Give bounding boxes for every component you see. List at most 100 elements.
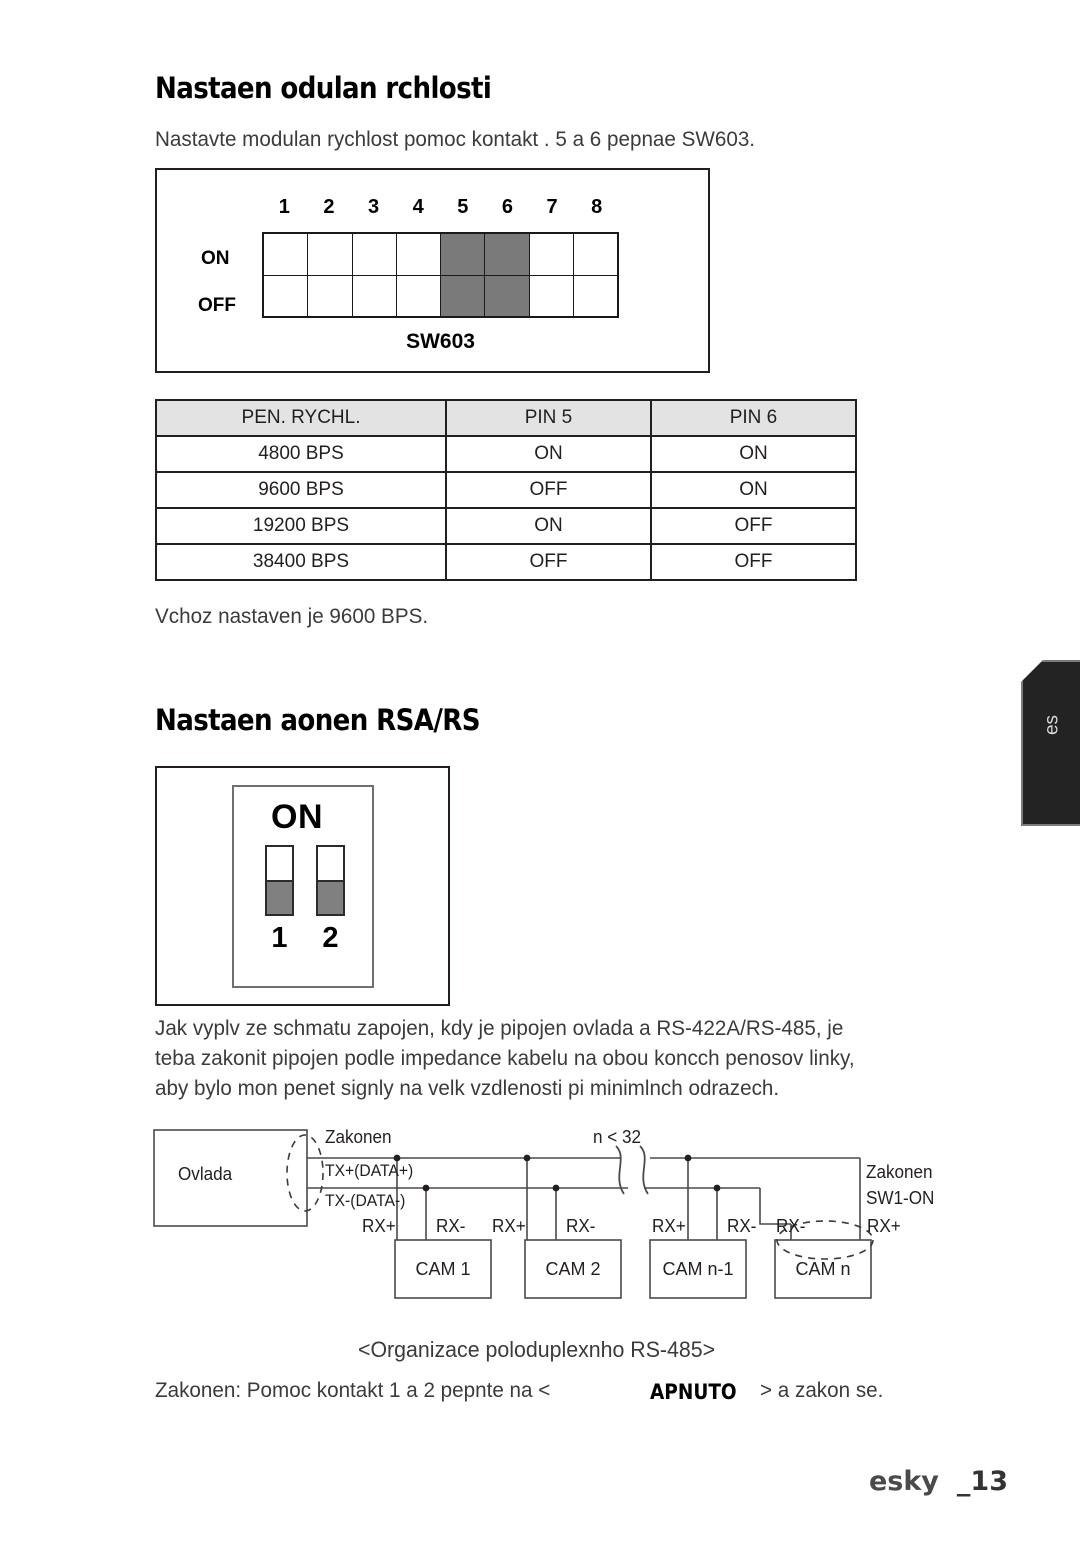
cam-label: CAM n-1 <box>662 1259 734 1279</box>
sw603-cell-3-off[interactable] <box>352 275 397 316</box>
rx-label: RX- <box>776 1216 806 1236</box>
table-cell-pin6: ON <box>650 435 857 473</box>
table-row: 9600 BPS OFF ON <box>155 471 857 509</box>
termination-paragraph-line: Jak vyplv ze schmatu zapojen, kdy je pip… <box>155 1016 844 1040</box>
rx-label: RX- <box>727 1216 757 1236</box>
rx-label: RX+ <box>652 1216 686 1236</box>
sw1-toggle-1-lower <box>267 879 292 914</box>
junction-dots <box>393 1154 721 1192</box>
table-cell-speed: 9600 BPS <box>155 471 447 509</box>
rx-label: RX+ <box>362 1216 396 1236</box>
sw603-cell-8-on[interactable] <box>573 234 617 275</box>
tx-minus-label: TX-(DATA-) <box>325 1192 406 1210</box>
table-cell-pin6: OFF <box>650 543 857 581</box>
table-cell-pin6: OFF <box>650 507 857 545</box>
termination-marker-left <box>286 1134 324 1212</box>
closing-text-bold: APNUTO <box>650 1380 737 1404</box>
termination-label-right-2: SW1-ON <box>866 1188 935 1208</box>
sw603-pin-number: 3 <box>368 196 380 218</box>
table-cell-speed: 38400 BPS <box>155 543 447 581</box>
sw1-toggle-2-lower <box>318 879 343 914</box>
table-cell-speed: 19200 BPS <box>155 507 447 545</box>
sw603-pin-number: 6 <box>501 196 513 218</box>
baud-default-note: Vchoz nastaven je 9600 BPS. <box>155 604 429 628</box>
controller-label: Ovlada <box>178 1164 233 1184</box>
table-header-speed: PEN. RYCHL. <box>155 399 447 437</box>
sw603-cell-3-on[interactable] <box>352 234 397 275</box>
sw603-cell-6-off[interactable] <box>485 275 530 316</box>
termination-paragraph-line: teba zakonit pipojen podle impedance kab… <box>155 1046 855 1070</box>
footer-page-number: _13 <box>956 1466 1008 1497</box>
sw603-cell-7-on[interactable] <box>529 234 574 275</box>
table-header-pin6: PIN 6 <box>650 399 857 437</box>
baud-intro-text: Nastavte modulan rychlost pomoc kontakt … <box>155 127 756 151</box>
table-cell-pin5: ON <box>445 435 652 473</box>
sw603-cell-2-off[interactable] <box>308 275 353 316</box>
termination-section-heading: Nastaen aonen RSA/RS <box>155 703 481 737</box>
sw603-cell-4-off[interactable] <box>396 275 441 316</box>
rs485-wiring-diagram: Ovlada Zakonen TX+(DATA+) TX-(DATA-) n <… <box>150 1118 934 1313</box>
language-side-tab: es <box>1021 660 1080 826</box>
rx-label: RX+ <box>492 1216 526 1236</box>
cam-label: CAM 1 <box>415 1259 471 1279</box>
rx-label: RX- <box>436 1216 466 1236</box>
sw1-toggle-2-number: 2 <box>322 922 339 954</box>
sw603-cell-6-on[interactable] <box>485 234 530 275</box>
cam-label: CAM 2 <box>545 1259 601 1279</box>
sw603-switch-grid[interactable] <box>262 232 619 318</box>
tx-plus-label: TX+(DATA+) <box>325 1162 414 1180</box>
sw603-pin-numbers: 1 2 3 4 5 6 7 8 <box>262 196 619 219</box>
sw603-cell-5-off[interactable] <box>441 275 486 316</box>
sw603-row-label-off: OFF <box>198 295 236 316</box>
table-header-pin5: PIN 5 <box>445 399 652 437</box>
sw603-cell-1-on[interactable] <box>264 234 309 275</box>
sw603-pin-number: 2 <box>323 196 335 218</box>
sw1-toggle-2-upper <box>318 847 343 880</box>
sw603-cell-5-on[interactable] <box>441 234 486 275</box>
termination-label-left: Zakonen <box>325 1127 392 1147</box>
sw603-cell-4-on[interactable] <box>396 234 441 275</box>
table-row: 19200 BPS ON OFF <box>155 507 857 545</box>
baud-section-heading: Nastaen odulan rchlosti <box>155 71 492 105</box>
sw603-row-on <box>264 234 617 276</box>
baud-rate-table: PEN. RYCHL. PIN 5 PIN 6 4800 BPS ON ON 9… <box>155 399 857 581</box>
sw603-row-label-on: ON <box>201 248 230 269</box>
table-header-row: PEN. RYCHL. PIN 5 PIN 6 <box>155 399 857 437</box>
closing-text-post: > a zakon se. <box>760 1378 884 1402</box>
rx-label: RX+ <box>867 1216 901 1236</box>
table-cell-pin5: OFF <box>445 543 652 581</box>
rx-label: RX- <box>566 1216 596 1236</box>
termination-paragraph: Jak vyplv ze schmatu zapojen, kdy je pip… <box>155 1013 952 1103</box>
sw1-toggle-2[interactable] <box>316 845 345 916</box>
sw603-pin-number: 4 <box>412 196 424 218</box>
sw1-toggle-1-number: 1 <box>271 922 288 954</box>
table-cell-pin5: OFF <box>445 471 652 509</box>
termination-paragraph-line: aby bylo mon penet signly na velk vzdlen… <box>155 1076 780 1100</box>
language-side-tab-label: es <box>1041 714 1063 736</box>
sw603-pin-number: 5 <box>457 196 469 218</box>
sw603-caption: SW603 <box>406 330 475 353</box>
termination-label-right-1: Zakonen <box>866 1162 933 1182</box>
footer-language-label: esky <box>868 1466 939 1497</box>
sw603-pin-number: 1 <box>278 196 290 218</box>
sw1-toggle-1[interactable] <box>265 845 294 916</box>
cam-label: CAM n <box>795 1259 851 1279</box>
sw1-on-label: ON <box>271 798 323 836</box>
node-limit-label: n < 32 <box>593 1127 642 1147</box>
table-row: 38400 BPS OFF OFF <box>155 543 857 581</box>
closing-text-pre: Zakonen: Pomoc kontakt 1 a 2 pepnte na < <box>155 1378 551 1402</box>
sw603-cell-7-off[interactable] <box>529 275 574 316</box>
sw1-toggle-1-upper <box>267 847 292 880</box>
table-cell-pin5: ON <box>445 507 652 545</box>
sw603-cell-1-off[interactable] <box>264 275 309 316</box>
table-cell-speed: 4800 BPS <box>155 435 447 473</box>
diagram-caption: <Organizace poloduplexnho RS-485> <box>358 1337 716 1362</box>
sw603-pin-number: 7 <box>546 196 558 218</box>
sw603-cell-2-on[interactable] <box>308 234 353 275</box>
table-cell-pin6: ON <box>650 471 857 509</box>
sw603-cell-8-off[interactable] <box>573 275 617 316</box>
table-row: 4800 BPS ON ON <box>155 435 857 473</box>
page-footer: esky _13 <box>869 1466 1008 1497</box>
sw603-row-off <box>264 275 617 316</box>
sw603-pin-number: 8 <box>591 196 603 218</box>
